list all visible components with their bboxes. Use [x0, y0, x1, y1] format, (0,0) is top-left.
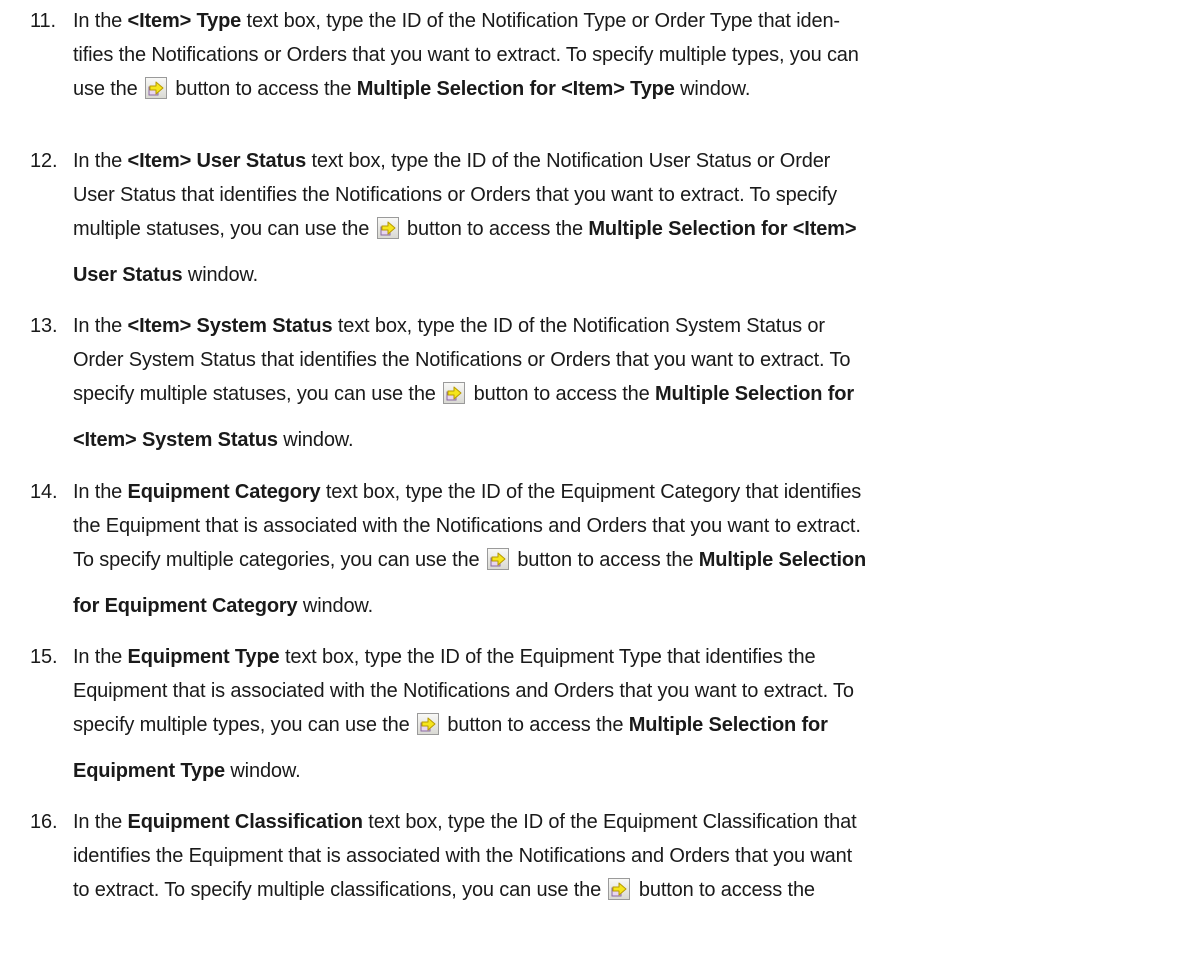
text-run: button to access the — [441, 714, 629, 736]
multiple-selection-button[interactable] — [416, 713, 439, 735]
text-run: In the — [73, 811, 128, 833]
text-run: window. — [297, 595, 374, 617]
step-text-line: Order System Status that identifies the … — [73, 343, 1204, 377]
step-text-line: In the Equipment Category text box, type… — [73, 475, 1204, 509]
step-text: In the Equipment Category text box, type… — [73, 475, 1204, 623]
step-text-line: In the <Item> Type text box, type the ID… — [73, 4, 1204, 38]
ui-label-term: Multiple Selection for — [628, 714, 828, 736]
ui-label-term: Multiple Selection — [698, 549, 867, 571]
text-run: the Equipment that is associated with th… — [73, 515, 861, 537]
text-run: button to access the — [169, 78, 357, 100]
text-run: In the — [73, 150, 128, 172]
ui-label-term: Equipment Category — [127, 481, 321, 503]
step-text-line: In the <Item> System Status text box, ty… — [73, 309, 1204, 343]
step-text-line: specify multiple types, you can use the … — [73, 708, 1204, 742]
multiple-selection-button[interactable] — [144, 77, 167, 99]
text-run: to extract. To specify multiple classifi… — [73, 879, 607, 901]
step-text: In the Equipment Type text box, type the… — [73, 640, 1204, 788]
ui-label-term: Equipment Type — [73, 760, 225, 782]
ui-label-term: Equipment Classification — [127, 811, 363, 833]
step-text-line: In the Equipment Type text box, type the… — [73, 640, 1204, 674]
step-text-line: multiple statuses, you can use the butto… — [73, 212, 1204, 246]
text-run: use the — [73, 78, 143, 100]
step-text-line: use the button to access the Multiple Se… — [73, 72, 1204, 106]
step-number: 16. — [30, 811, 58, 833]
text-run: button to access the — [401, 218, 589, 240]
multiple-selection-arrow-icon — [446, 386, 462, 401]
multiple-selection-button[interactable] — [486, 548, 509, 570]
text-run: Equipment that is associated with the No… — [73, 680, 854, 702]
multiple-selection-arrow-icon — [420, 717, 436, 732]
text-run: button to access the — [633, 879, 815, 901]
text-run: specify multiple statuses, you can use t… — [73, 383, 442, 405]
text-run: In the — [73, 315, 128, 337]
ui-label-term: <Item> Type — [127, 10, 242, 32]
ui-label-term: for Equipment Category — [73, 595, 298, 617]
multiple-selection-button[interactable] — [376, 217, 399, 239]
step-text-line: for Equipment Category window. — [73, 589, 1204, 623]
multiple-selection-arrow-icon — [611, 882, 627, 897]
ui-label-term: Multiple Selection for <Item> — [588, 218, 857, 240]
ui-label-term: <Item> System Status — [127, 315, 333, 337]
multiple-selection-arrow-icon — [380, 221, 396, 236]
text-run: To specify multiple categories, you can … — [73, 549, 485, 571]
step-text-line: tifies the Notifications or Orders that … — [73, 38, 1204, 72]
text-run: text box, type the ID of the Equipment C… — [320, 481, 862, 503]
step-text: In the <Item> System Status text box, ty… — [73, 309, 1204, 457]
step-number: 14. — [30, 481, 58, 503]
text-run: window. — [674, 78, 751, 100]
ui-label-term: Equipment Type — [127, 646, 280, 668]
step-text-line: to extract. To specify multiple classifi… — [73, 873, 1204, 907]
text-run: text box, type the ID of the Notificatio… — [241, 10, 841, 32]
multiple-selection-arrow-icon — [490, 552, 506, 567]
step-text-line: the Equipment that is associated with th… — [73, 509, 1204, 543]
ui-label-term: <Item> User Status — [127, 150, 307, 172]
ui-label-term: User Status — [73, 264, 183, 286]
step-text-line: To specify multiple categories, you can … — [73, 543, 1204, 577]
step-text-line: In the <Item> User Status text box, type… — [73, 144, 1204, 178]
step-number: 12. — [30, 150, 58, 172]
text-run: In the — [73, 481, 128, 503]
step-text: In the <Item> Type text box, type the ID… — [73, 4, 1204, 106]
text-run: text box, type the ID of the Notificatio… — [332, 315, 825, 337]
step-number: 13. — [30, 315, 58, 337]
step-number: 15. — [30, 646, 58, 668]
text-run: specify multiple types, you can use the — [73, 714, 415, 736]
text-run: button to access the — [511, 549, 699, 571]
step-number: 11. — [30, 10, 56, 32]
ui-label-term: Multiple Selection for — [655, 383, 854, 405]
step-text: In the <Item> User Status text box, type… — [73, 144, 1204, 292]
text-run: In the — [73, 10, 128, 32]
step-text: In the Equipment Classification text box… — [73, 805, 1204, 907]
step-text-line: Equipment Type window. — [73, 754, 1204, 788]
step-text-line: <Item> System Status window. — [73, 423, 1204, 457]
ui-label-term: Multiple Selection for <Item> Type — [356, 78, 675, 100]
text-run: Order System Status that identifies the … — [73, 349, 851, 371]
step-text-line: In the Equipment Classification text box… — [73, 805, 1204, 839]
text-run: identifies the Equipment that is associa… — [73, 845, 853, 867]
text-run: window. — [277, 429, 354, 451]
step-text-line: identifies the Equipment that is associa… — [73, 839, 1204, 873]
text-run: In the — [73, 646, 128, 668]
multiple-selection-arrow-icon — [148, 81, 164, 96]
multiple-selection-button[interactable] — [443, 382, 466, 404]
step-text-line: Equipment that is associated with the No… — [73, 674, 1204, 708]
text-run: window. — [224, 760, 301, 782]
ui-label-term: <Item> System Status — [73, 429, 278, 451]
step-text-line: User Status window. — [73, 258, 1204, 292]
text-run: window. — [182, 264, 259, 286]
multiple-selection-button[interactable] — [608, 878, 631, 900]
text-run: multiple statuses, you can use the — [73, 218, 375, 240]
text-run: tifies the Notifications or Orders that … — [73, 44, 859, 66]
step-text-line: User Status that identifies the Notifica… — [73, 178, 1204, 212]
step-text-line: specify multiple statuses, you can use t… — [73, 377, 1204, 411]
text-run: button to access the — [468, 383, 656, 405]
text-run: text box, type the ID of the Equipment T… — [279, 646, 816, 668]
text-run: User Status that identifies the Notifica… — [73, 184, 837, 206]
text-run: text box, type the ID of the Equipment C… — [362, 811, 857, 833]
text-run: text box, type the ID of the Notificatio… — [306, 150, 831, 172]
